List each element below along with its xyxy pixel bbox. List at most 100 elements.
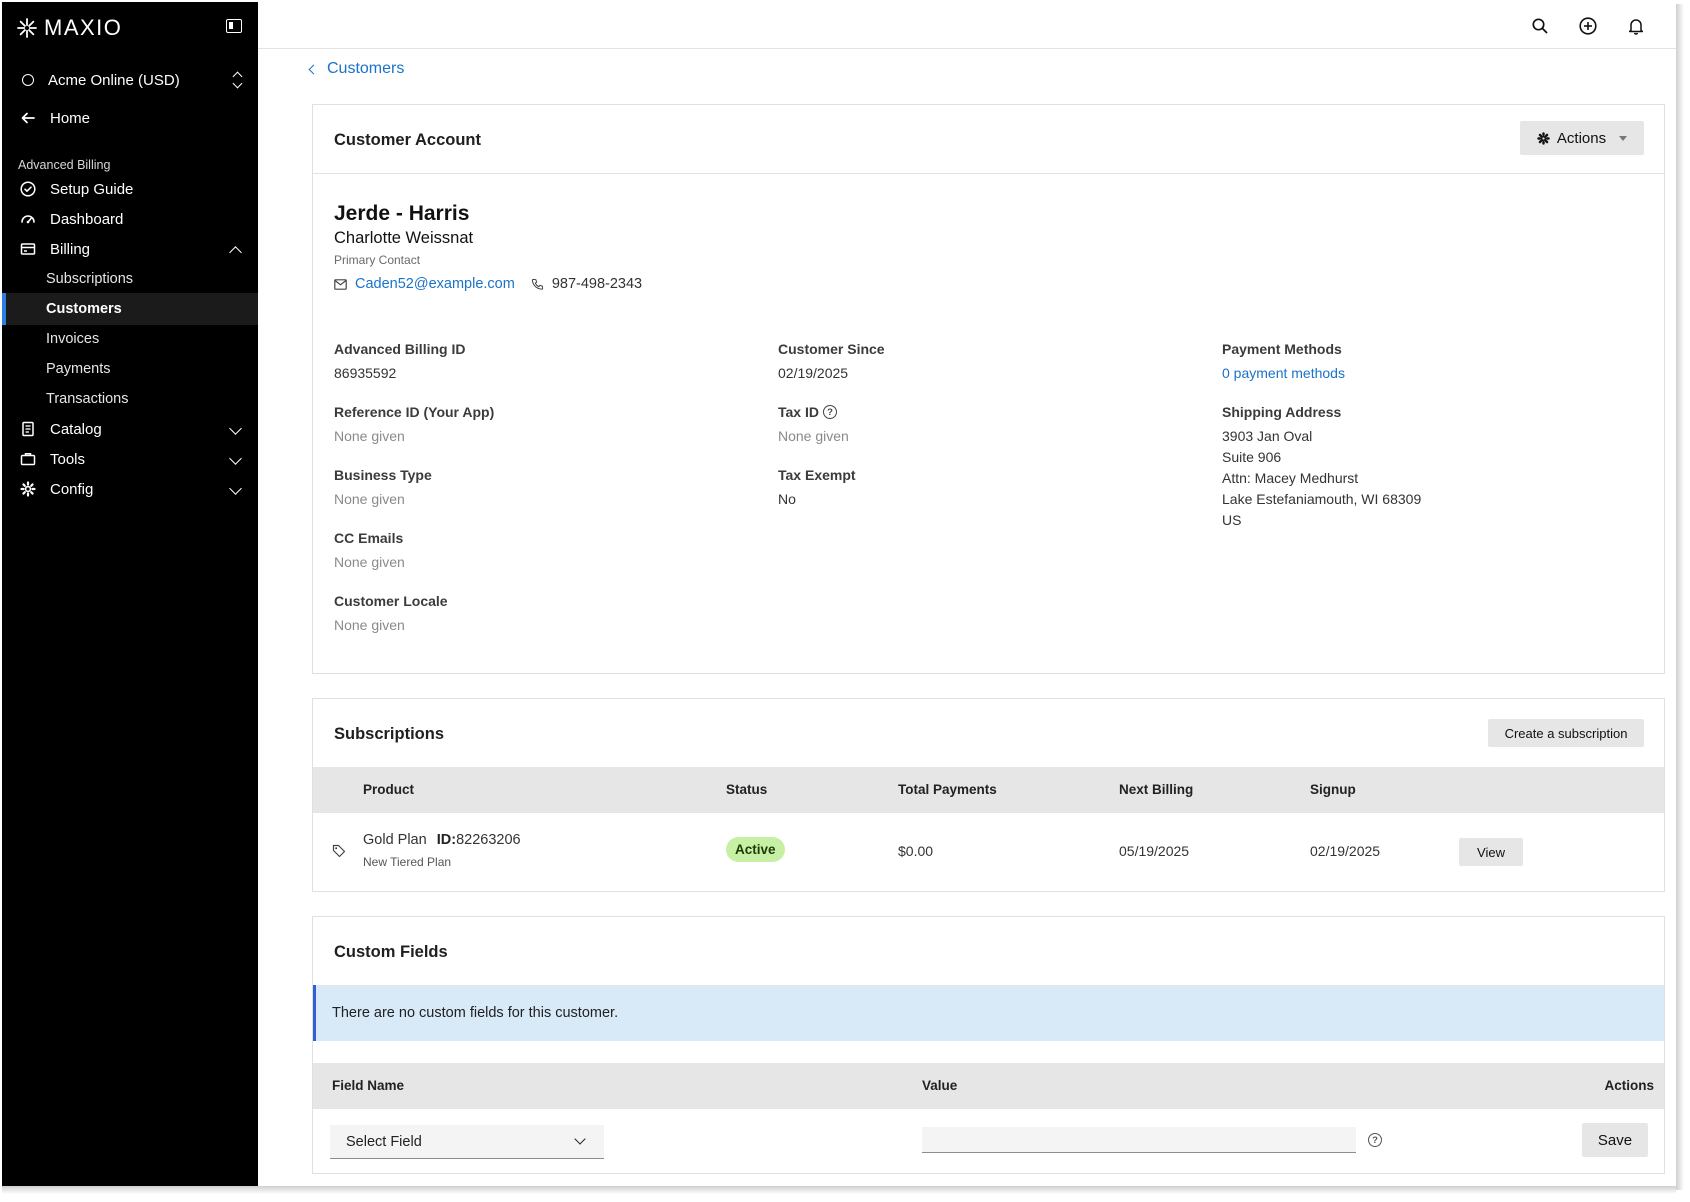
field-label: Tax Exempt xyxy=(778,467,856,483)
field-cc-emails: CC Emails None given xyxy=(334,530,405,573)
total-payments: $0.00 xyxy=(898,843,934,859)
nav-billing[interactable]: Billing xyxy=(2,233,258,265)
table-row: Gold Plan ID:82263206 New Tiered Plan Ac… xyxy=(313,813,1664,891)
help-icon[interactable]: ? xyxy=(822,405,837,419)
col-product[interactable]: Product xyxy=(363,782,414,797)
phone-icon xyxy=(531,278,543,290)
field-tax-id: Tax ID ? None given xyxy=(778,404,849,447)
arrow-left-icon xyxy=(20,110,36,126)
next-billing: 05/19/2025 xyxy=(1119,843,1190,859)
bell-icon[interactable] xyxy=(1626,16,1646,36)
custom-fields-table-header: Field Name Value Actions xyxy=(313,1063,1664,1109)
actions-button[interactable]: Actions xyxy=(1520,121,1644,155)
field-value: 02/19/2025 xyxy=(778,365,849,381)
select-field-dropdown[interactable]: Select Field xyxy=(330,1125,604,1159)
sidebar-item-transactions[interactable]: Transactions xyxy=(2,383,258,415)
col-value: Value xyxy=(922,1078,958,1093)
contact-name: Charlotte Weissnat xyxy=(334,229,474,247)
field-label: Customer Locale xyxy=(334,593,448,609)
address-line: 3903 Jan Oval xyxy=(1222,428,1313,444)
field-label: Business Type xyxy=(334,467,432,483)
add-circle-icon[interactable] xyxy=(1578,16,1598,36)
field-value: 86935592 xyxy=(334,365,397,381)
card-title: Custom Fields xyxy=(334,943,448,961)
chevron-down-icon xyxy=(229,452,242,465)
contact-phone: 987-498-2343 xyxy=(551,276,643,292)
nav-billing-label: Billing xyxy=(50,240,91,258)
status-badge: Active xyxy=(726,837,785,862)
org-name: Acme Online (USD) xyxy=(48,71,180,89)
col-total-payments[interactable]: Total Payments xyxy=(898,782,997,797)
briefcase-icon xyxy=(20,451,36,467)
sidebar-item-invoices[interactable]: Invoices xyxy=(2,323,258,355)
field-value: None given xyxy=(334,617,405,633)
nav-config-label: Config xyxy=(50,480,94,498)
catalog-icon xyxy=(20,421,36,437)
col-signup[interactable]: Signup xyxy=(1310,782,1356,797)
field-customer-locale: Customer Locale None given xyxy=(334,593,448,636)
card-divider xyxy=(313,173,1664,174)
col-status[interactable]: Status xyxy=(726,782,767,797)
top-bar xyxy=(258,2,1676,49)
field-value: None given xyxy=(334,491,405,507)
contact-email-link[interactable]: Caden52@example.com xyxy=(355,276,515,292)
signup-date: 02/19/2025 xyxy=(1310,843,1381,859)
contact-role: Primary Contact xyxy=(334,253,421,267)
field-shipping-address: Shipping Address 3903 Jan Oval Suite 906… xyxy=(1222,404,1421,531)
help-icon[interactable]: ? xyxy=(1368,1133,1382,1147)
search-icon[interactable] xyxy=(1530,16,1550,36)
sidebar-item-payments[interactable]: Payments xyxy=(2,353,258,385)
view-subscription-button[interactable]: View xyxy=(1459,838,1523,866)
nav-dashboard[interactable]: Dashboard xyxy=(2,203,258,235)
org-switcher[interactable]: Acme Online (USD) xyxy=(22,68,244,92)
plan-type: New Tiered Plan xyxy=(363,855,452,869)
gauge-icon xyxy=(20,211,36,227)
col-next-billing[interactable]: Next Billing xyxy=(1119,782,1193,797)
field-payment-methods: Payment Methods 0 payment methods xyxy=(1222,341,1345,384)
product-id-label: ID: xyxy=(436,832,457,848)
nav-catalog-label: Catalog xyxy=(50,420,102,438)
address-line: US xyxy=(1222,512,1242,528)
sidebar-item-customers[interactable]: Customers xyxy=(2,293,258,325)
app-window: MAXIO Acme Online (USD) Home Advanced Bi… xyxy=(2,2,1676,1186)
card-title: Customer Account xyxy=(334,131,481,149)
field-label: Tax ID ? xyxy=(778,404,849,420)
check-circle-icon xyxy=(20,181,36,197)
nav-config[interactable]: Config xyxy=(2,473,258,505)
nav-tools[interactable]: Tools xyxy=(2,443,258,475)
sidebar-collapse-icon[interactable] xyxy=(226,19,242,33)
create-subscription-button[interactable]: Create a subscription xyxy=(1488,719,1644,747)
field-value: None given xyxy=(334,554,405,570)
field-label: Reference ID (Your App) xyxy=(334,404,495,420)
sidebar-item-subscriptions[interactable]: Subscriptions xyxy=(2,263,258,295)
save-button[interactable]: Save xyxy=(1582,1123,1648,1157)
field-label: Advanced Billing ID xyxy=(334,341,466,357)
nav-catalog[interactable]: Catalog xyxy=(2,413,258,445)
value-input[interactable] xyxy=(922,1127,1356,1153)
field-value: None given xyxy=(334,428,405,444)
field-value: No xyxy=(778,491,796,507)
brand-logo[interactable]: MAXIO xyxy=(16,14,122,42)
address-line: Attn: Macey Medhurst xyxy=(1222,470,1359,486)
select-field-value: Select Field xyxy=(346,1133,422,1150)
col-actions: Actions xyxy=(1604,1078,1654,1093)
address-line: Lake Estefaniamouth, WI 68309 xyxy=(1222,491,1422,507)
contact-info: Caden52@example.com 987-498-2343 xyxy=(334,276,642,292)
breadcrumb-customers-link[interactable]: Customers xyxy=(327,60,404,78)
nav-setup-guide-label: Setup Guide xyxy=(50,180,134,198)
custom-fields-card: Custom Fields There are no custom fields… xyxy=(312,916,1665,1174)
field-value: None given xyxy=(778,428,849,444)
nav-setup-guide[interactable]: Setup Guide xyxy=(2,173,258,205)
brand-name: MAXIO xyxy=(44,15,123,40)
chevron-down-icon xyxy=(574,1133,586,1145)
mail-icon xyxy=(334,278,347,290)
nav-tools-label: Tools xyxy=(50,450,86,468)
section-label: Advanced Billing xyxy=(18,158,111,172)
breadcrumb[interactable]: Customers xyxy=(308,60,404,78)
field-label: CC Emails xyxy=(334,530,404,546)
payment-methods-link[interactable]: 0 payment methods xyxy=(1222,363,1345,384)
shipping-address: 3903 Jan Oval Suite 906 Attn: Macey Medh… xyxy=(1222,426,1421,531)
chevron-left-icon xyxy=(308,64,319,74)
nav-home[interactable]: Home xyxy=(2,102,258,134)
empty-notice: There are no custom fields for this cust… xyxy=(313,985,1664,1041)
